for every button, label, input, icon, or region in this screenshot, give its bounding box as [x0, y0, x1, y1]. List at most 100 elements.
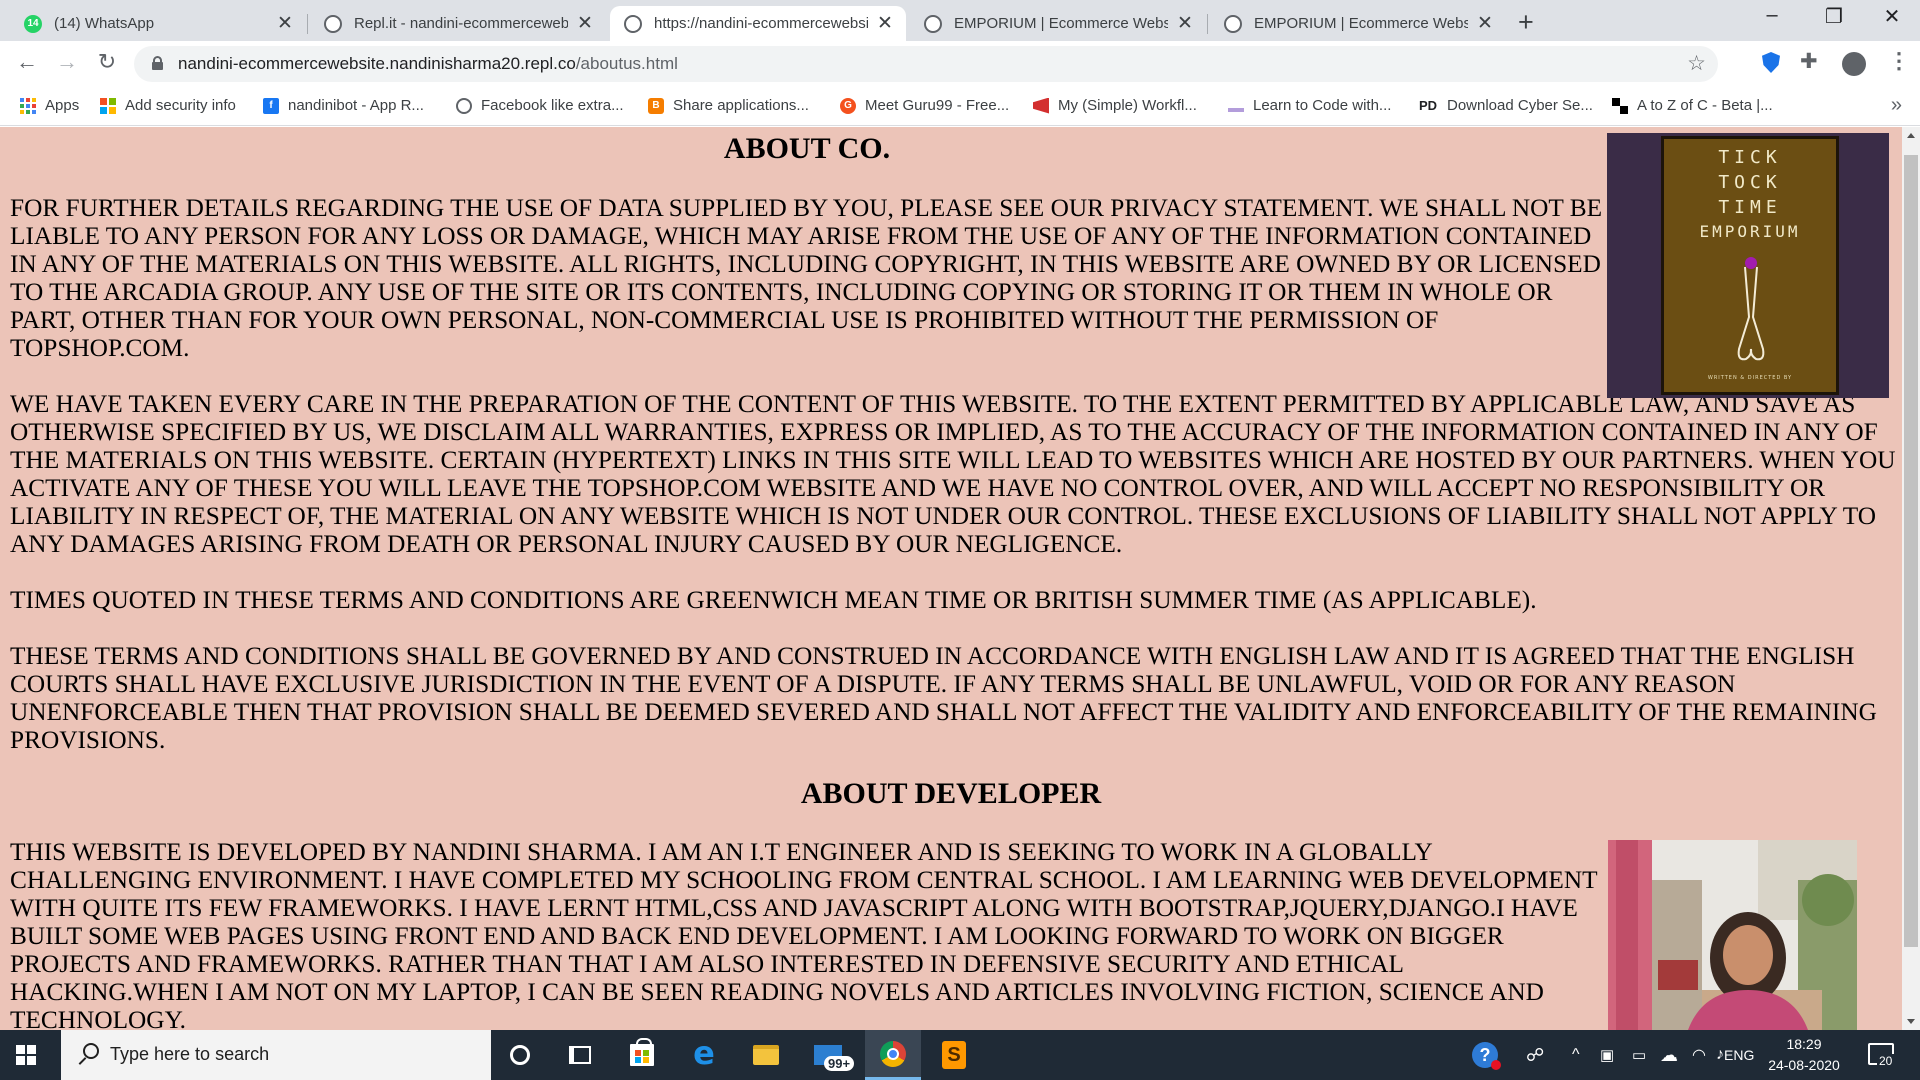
tab-separator — [1207, 14, 1208, 34]
clock-date: 24-08-2020 — [1768, 1057, 1840, 1073]
bookmark-apps[interactable]: Apps — [20, 97, 79, 114]
about-developer-heading: ABOUT DEVELOPER — [800, 777, 1102, 810]
bookmark-download-cyber[interactable]: PD Download Cyber Se... — [1418, 97, 1593, 114]
forward-button[interactable]: → — [52, 49, 82, 75]
search-placeholder: Type here to search — [110, 1044, 270, 1064]
minimize-button[interactable]: – — [1752, 4, 1792, 27]
mail-button[interactable] — [800, 1030, 856, 1080]
profile-avatar-icon[interactable] — [1842, 52, 1866, 76]
tab-replit[interactable]: Repl.it - nandini-ecommercewebsite ✕ — [310, 6, 606, 41]
system-clock[interactable]: 18:29 24-08-2020 — [1762, 1034, 1846, 1076]
close-icon[interactable]: ✕ — [876, 12, 894, 35]
tab-whatsapp[interactable]: 14 (14) WhatsApp ✕ — [10, 6, 306, 41]
show-hidden-icons-button[interactable]: ^ — [1572, 1030, 1580, 1080]
new-tab-button[interactable]: + — [1518, 7, 1534, 38]
bookmark-learn-to-code[interactable]: Learn to Code with... — [1228, 97, 1391, 114]
scrollbar-thumb[interactable] — [1904, 155, 1918, 947]
browser-toolbar: ← → ↻ nandini-ecommercewebsite.nandinish… — [0, 41, 1920, 88]
page-content: ABOUT CO. FOR FURTHER DETAILS REGARDING … — [0, 127, 1902, 1030]
blogger-icon: B — [648, 97, 664, 114]
globe-icon — [924, 14, 942, 33]
bookmark-add-security-info[interactable]: Add security info — [100, 97, 236, 114]
task-view-button[interactable] — [552, 1030, 608, 1080]
folder-icon — [753, 1045, 779, 1065]
facebook-icon: f — [263, 97, 279, 114]
restore-button[interactable]: ❐ — [1814, 4, 1854, 29]
tab-emporium-2[interactable]: EMPORIUM | Ecommerce Website ✕ — [1210, 6, 1506, 41]
logo-line: TICK — [1718, 147, 1782, 168]
vertical-scrollbar[interactable] — [1902, 127, 1920, 1030]
address-bar[interactable]: nandini-ecommercewebsite.nandinisharma20… — [134, 46, 1718, 82]
help-icon: ? — [1472, 1042, 1501, 1070]
tab-aboutus[interactable]: https://nandini-ecommercewebsite ✕ — [610, 6, 906, 41]
page-viewport: ABOUT CO. FOR FURTHER DETAILS REGARDING … — [0, 127, 1920, 1030]
bookmark-workflow[interactable]: My (Simple) Workfl... — [1033, 97, 1197, 114]
logo-card: TICK TOCK TIME EMPORIUM WRITTEN & DIRECT… — [1661, 136, 1839, 395]
chrome-icon — [880, 1040, 906, 1067]
replit-icon — [324, 14, 342, 33]
bookmark-guru99[interactable]: G Meet Guru99 - Free... — [840, 97, 1009, 114]
device-icon[interactable]: ▣ — [1600, 1030, 1614, 1080]
edge-button[interactable]: e — [676, 1030, 732, 1080]
guru99-icon: G — [840, 97, 856, 114]
people-icon[interactable]: ☍ — [1526, 1030, 1544, 1080]
developer-photo — [1608, 840, 1857, 1030]
chrome-button[interactable] — [865, 1030, 921, 1080]
tab-title: Repl.it - nandini-ecommercewebsite — [354, 15, 568, 32]
microsoft-icon — [100, 97, 116, 114]
emporium-logo-image: TICK TOCK TIME EMPORIUM WRITTEN & DIRECT… — [1607, 133, 1889, 398]
back-button[interactable]: ← — [12, 49, 42, 75]
cortana-button[interactable] — [492, 1030, 548, 1080]
help-tray-button[interactable]: ? — [1472, 1030, 1501, 1080]
close-icon[interactable]: ✕ — [576, 12, 594, 35]
blocks-icon — [1612, 97, 1628, 114]
bookmarks-overflow-button[interactable]: » — [1891, 94, 1902, 117]
url-text[interactable]: nandini-ecommercewebsite.nandinisharma20… — [178, 54, 678, 74]
file-explorer-button[interactable] — [738, 1030, 794, 1080]
close-window-button[interactable]: ✕ — [1872, 4, 1912, 29]
apps-grid-icon — [20, 97, 36, 114]
tab-title: (14) WhatsApp — [54, 15, 155, 32]
search-icon — [77, 1043, 101, 1067]
scroll-up-button[interactable] — [1902, 127, 1920, 144]
bookmark-nandinibot[interactable]: f nandinibot - App R... — [263, 97, 424, 114]
reload-button[interactable]: ↻ — [92, 49, 122, 75]
tab-title: https://nandini-ecommercewebsite — [654, 15, 868, 32]
scroll-down-button[interactable] — [1902, 1013, 1920, 1030]
logo-line: TOCK — [1718, 172, 1782, 193]
tab-separator — [307, 14, 308, 34]
windows-start-icon[interactable] — [16, 1045, 36, 1065]
battery-icon[interactable]: ▭ — [1632, 1030, 1646, 1080]
globe-icon — [624, 14, 642, 33]
bookmark-a-to-z-of-c[interactable]: A to Z of C - Beta |... — [1612, 97, 1773, 114]
microsoft-store-button[interactable] — [614, 1030, 670, 1080]
code-icon — [1228, 107, 1244, 112]
extensions-puzzle-icon[interactable]: ✚ — [1800, 49, 1818, 74]
menu-kebab-icon[interactable]: ⋮ — [1888, 48, 1910, 74]
developer-photo-illustration — [1608, 840, 1857, 1030]
lock-icon[interactable] — [152, 56, 163, 70]
tab-title: EMPORIUM | Ecommerce Website — [1254, 15, 1468, 32]
bookmarks-bar: Apps Add security info f nandinibot - Ap… — [0, 88, 1920, 126]
onedrive-cloud-icon[interactable]: ☁ — [1660, 1030, 1678, 1080]
pd-icon: PD — [1418, 98, 1438, 113]
cortana-icon — [510, 1045, 530, 1065]
language-indicator[interactable]: ENG — [1724, 1030, 1754, 1080]
logo-line: TIME — [1718, 197, 1782, 218]
about-paragraph-4: THESE TERMS AND CONDITIONS SHALL BE GOVE… — [10, 642, 1877, 754]
close-icon[interactable]: ✕ — [1176, 12, 1194, 35]
tab-emporium-1[interactable]: EMPORIUM | Ecommerce Website ✕ — [910, 6, 1206, 41]
bookmark-star-icon[interactable]: ☆ — [1687, 51, 1706, 76]
taskbar-search-box[interactable]: Type here to search — [61, 1030, 491, 1080]
bookmark-share-applications[interactable]: B Share applications... — [648, 97, 809, 114]
logo-credit: WRITTEN & DIRECTED BY — [1707, 375, 1793, 381]
sublime-text-button[interactable]: S — [926, 1030, 982, 1080]
wifi-icon[interactable]: ◠ — [1692, 1030, 1706, 1080]
close-icon[interactable]: ✕ — [1476, 12, 1494, 35]
volume-icon[interactable]: ♪ — [1716, 1030, 1724, 1080]
bookmark-facebook-like[interactable]: Facebook like extra... — [456, 97, 624, 114]
tab-strip: 14 (14) WhatsApp ✕ Repl.it - nandini-eco… — [0, 0, 1920, 41]
clock-hands-illustration — [1737, 257, 1765, 361]
close-icon[interactable]: ✕ — [276, 12, 294, 35]
shield-extension-icon[interactable] — [1762, 52, 1780, 73]
